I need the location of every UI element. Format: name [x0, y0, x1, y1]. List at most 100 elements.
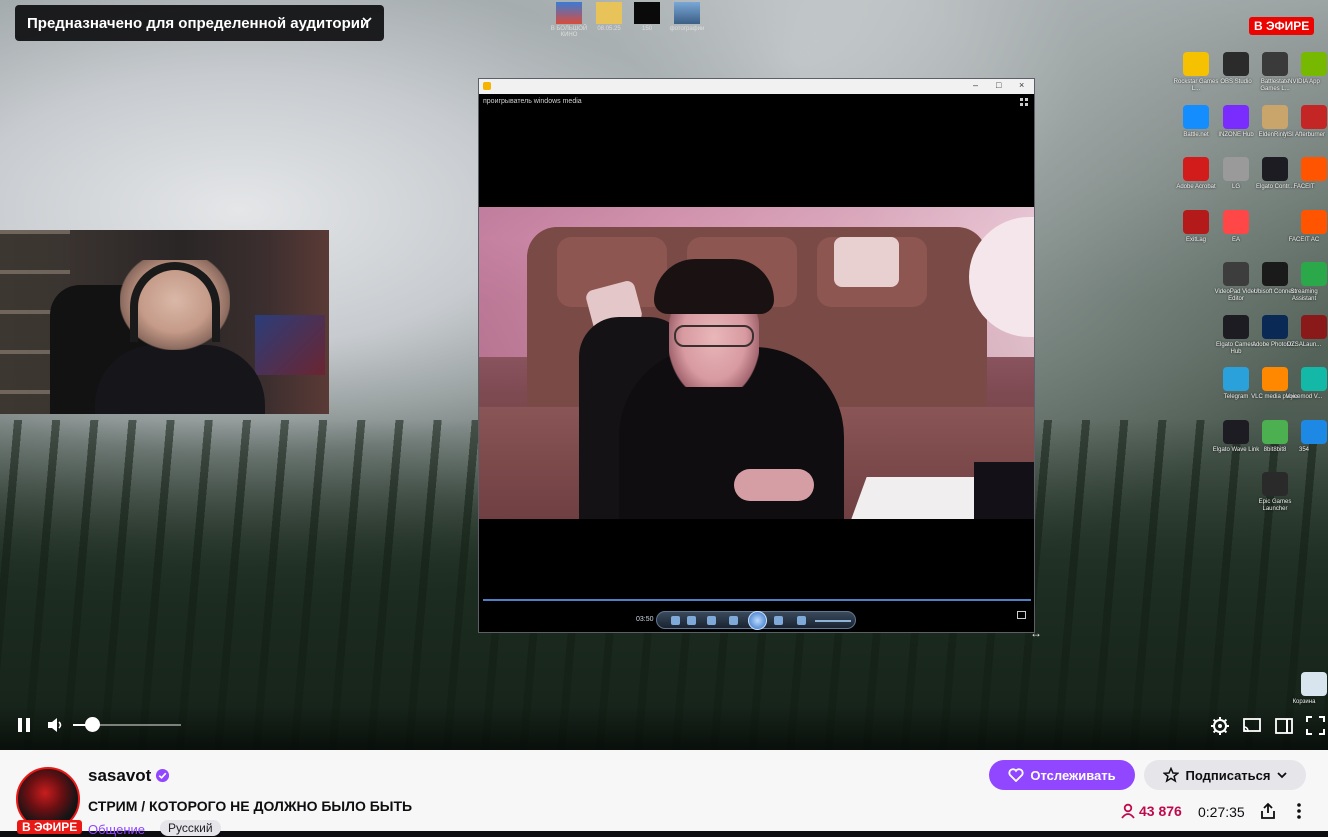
desktop-app-icon[interactable]	[1223, 314, 1249, 339]
maximize-icon[interactable]: □	[996, 80, 1001, 90]
media-window-title: проигрыватель windows media	[483, 98, 582, 105]
desktop-app-icon[interactable]	[1301, 672, 1327, 696]
desktop-app-icon[interactable]	[1223, 262, 1249, 286]
desktop-app-icon[interactable]	[1223, 157, 1249, 181]
playback-time: 03:50	[636, 616, 654, 623]
cast-icon[interactable]	[1242, 717, 1262, 735]
next-icon[interactable]	[774, 616, 783, 625]
desktop-app-label: Streaming Assistant	[1290, 289, 1318, 302]
desktop-app-icon[interactable]	[1223, 52, 1249, 76]
desktop-app-icon[interactable]	[1262, 314, 1288, 339]
desktop-app-label: Voicemod V...	[1285, 394, 1323, 400]
desktop-app-label: Корзина	[1292, 699, 1316, 705]
played-video-frame	[479, 207, 1034, 519]
desktop-app-icon[interactable]	[1183, 157, 1209, 181]
desktop-app-icon[interactable]	[1223, 209, 1249, 234]
desktop-app-icon[interactable]	[1262, 262, 1288, 286]
desktop-app-icon[interactable]	[1262, 367, 1288, 391]
desktop-app-icon[interactable]	[1301, 209, 1327, 234]
repeat-icon[interactable]	[687, 616, 696, 625]
fullscreen-icon[interactable]	[1306, 716, 1325, 735]
desktop-app-icon[interactable]	[1262, 52, 1288, 76]
desktop-app-icon[interactable]	[1223, 104, 1249, 129]
subscribe-button[interactable]: Подписаться	[1144, 760, 1306, 790]
chevron-down-icon	[362, 17, 372, 24]
stream-uptime: 0:27:35	[1198, 804, 1245, 820]
desktop-app-icon[interactable]	[1262, 104, 1288, 129]
chevron-down-icon	[1276, 772, 1287, 779]
resize-cursor-icon: ↔	[1030, 626, 1042, 640]
desktop-app-label: NVIDIA App	[1288, 79, 1320, 85]
verified-badge-icon	[155, 768, 170, 783]
play-button[interactable]	[748, 611, 767, 630]
pause-icon[interactable]	[16, 717, 32, 733]
desktop-app-icon[interactable]	[1183, 52, 1209, 76]
close-icon[interactable]: ×	[1019, 80, 1024, 90]
theatre-mode-icon[interactable]	[1275, 717, 1293, 735]
audience-label: Предназначено для определенной аудитории	[27, 14, 370, 32]
desktop-folder-icon	[596, 2, 622, 24]
playback-controls	[656, 611, 856, 630]
desktop-app-icon[interactable]	[1262, 157, 1288, 181]
subscribe-label: Подписаться	[1185, 767, 1271, 783]
desktop-top-label: фотографии	[669, 26, 705, 32]
desktop-app-icon[interactable]	[1183, 209, 1209, 234]
desktop-app-icon[interactable]	[1183, 104, 1209, 129]
desktop-app-icon[interactable]	[1223, 419, 1249, 444]
heart-icon	[1008, 768, 1024, 782]
player-controls	[0, 706, 1328, 750]
desktop-app-label: MSI Afterburner	[1282, 131, 1326, 138]
streamer-webcam	[0, 230, 329, 414]
desktop-app-label: DZSALaun...	[1286, 341, 1322, 348]
desktop-file-icon	[634, 2, 660, 24]
desktop-app-icon[interactable]	[1223, 367, 1249, 391]
volume-icon[interactable]	[46, 716, 64, 734]
mute-icon[interactable]	[797, 616, 806, 625]
avatar-live-badge: В ЭФИРЕ	[17, 820, 83, 834]
desktop-app-icon[interactable]	[1301, 104, 1327, 129]
fullscreen-icon[interactable]	[1017, 611, 1026, 619]
video-player[interactable]: В БОЛЬШОЙ КИНО 08.05.25 150 фотографии П…	[0, 0, 1328, 750]
desktop-folder-icon	[556, 2, 582, 24]
category-link[interactable]: Общение	[88, 822, 145, 837]
media-player-icon	[483, 82, 491, 90]
stop-icon[interactable]	[707, 616, 716, 625]
desktop-app-icon[interactable]	[1262, 419, 1288, 444]
seek-bar[interactable]	[483, 599, 1031, 601]
volume-knob[interactable]	[84, 717, 100, 732]
language-tag[interactable]: Русский	[160, 820, 221, 836]
window-titlebar[interactable]: – □ ×	[479, 79, 1034, 94]
viewer-count: 43 876	[1120, 803, 1182, 819]
star-icon	[1163, 767, 1180, 783]
previous-icon[interactable]	[729, 616, 738, 625]
desktop-app-icon[interactable]	[1301, 52, 1327, 76]
media-player-window[interactable]: – □ × проигрыватель windows media 03:50	[478, 78, 1035, 633]
shuffle-icon[interactable]	[671, 616, 680, 625]
follow-label: Отслеживать	[1030, 767, 1116, 783]
desktop-image-icon	[674, 2, 700, 24]
desktop-app-icon[interactable]	[1301, 419, 1327, 444]
volume-slider[interactable]	[815, 620, 851, 622]
desktop-app-icon[interactable]	[1301, 314, 1327, 339]
stream-title: СТРИМ / КОТОРОГО НЕ ДОЛЖНО БЫЛО БЫТЬ	[88, 798, 413, 814]
desktop-app-icon[interactable]	[1262, 472, 1288, 496]
desktop-app-label: Epic Games Launcher	[1258, 499, 1292, 512]
desktop-app-label: FACEIT AC	[1288, 236, 1320, 243]
audience-dropdown-button[interactable]: Предназначено для определенной аудитории	[15, 5, 384, 41]
desktop-app-label: 354	[1298, 446, 1309, 453]
desktop-app-icon[interactable]	[1301, 157, 1327, 181]
viewer-count-value: 43 876	[1139, 803, 1182, 819]
desktop-app-icon[interactable]	[1301, 367, 1327, 391]
follow-button[interactable]: Отслеживать	[989, 760, 1135, 790]
switch-library-icon[interactable]	[1020, 98, 1028, 106]
more-options-icon[interactable]	[1291, 802, 1307, 820]
user-icon	[1121, 803, 1135, 819]
live-badge: В ЭФИРЕ	[1249, 17, 1315, 35]
desktop-app-label: FACEIT	[1293, 184, 1315, 190]
desktop-app-icon[interactable]	[1301, 262, 1327, 286]
channel-name[interactable]: sasavot	[88, 766, 151, 786]
desktop-app-label: EA	[1231, 236, 1240, 243]
minimize-icon[interactable]: –	[973, 80, 978, 90]
settings-gear-icon[interactable]	[1210, 716, 1230, 736]
share-icon[interactable]	[1259, 802, 1277, 820]
